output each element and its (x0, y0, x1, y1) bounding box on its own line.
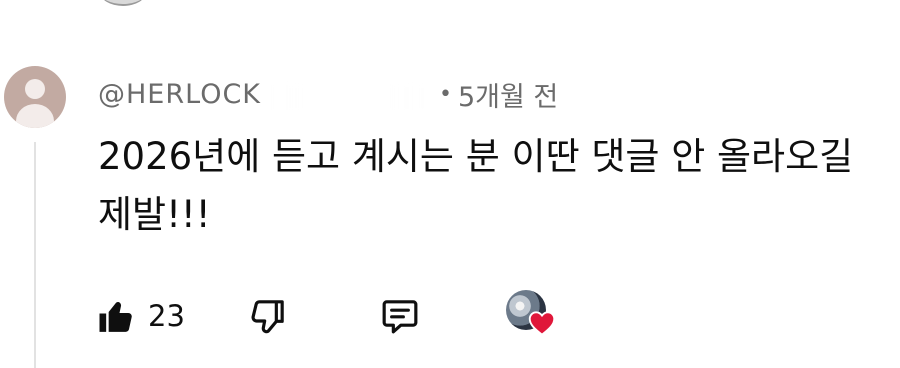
author-handle[interactable]: @HERLOCK (98, 79, 433, 110)
comment-header: @HERLOCK • 5개월 전 (98, 75, 558, 114)
author-handle-text: @HERLOCK (98, 78, 262, 110)
avatar-body-shape (16, 104, 54, 128)
like-count: 23 (148, 299, 185, 333)
creator-heart-badge (502, 290, 560, 342)
like-button[interactable] (96, 292, 138, 340)
reply-button[interactable] (376, 292, 424, 340)
previous-comment-avatar-edge (100, 0, 146, 6)
comment-actions: 23 (96, 290, 560, 342)
handle-blur-mask (270, 82, 422, 110)
comment-text: 2026년에 듣고 계시는 분 이딴 댓글 안 올라오길 제발!!! (98, 135, 854, 236)
header-separator: • (439, 81, 452, 107)
thumbs-up-filled-icon (99, 301, 132, 332)
avatar-head-shape (25, 79, 45, 99)
user-avatar[interactable] (4, 66, 66, 128)
dislike-button[interactable] (244, 292, 292, 340)
creator-heart-icon (528, 311, 556, 336)
comment-reply-icon (382, 300, 418, 334)
thumbs-down-outline-icon (251, 300, 284, 334)
thread-line (34, 142, 36, 368)
comment-time[interactable]: 5개월 전 (458, 75, 558, 114)
